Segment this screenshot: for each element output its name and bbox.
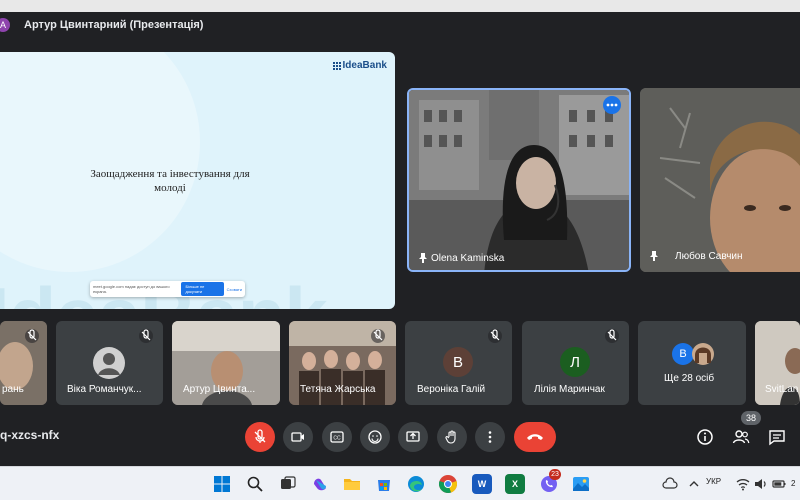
presenter-bar: A Артур Цвинтарний (Презентація)	[0, 12, 800, 38]
people-count-badge: 38	[741, 411, 761, 425]
avatar	[93, 347, 125, 379]
chat-button[interactable]	[766, 426, 788, 448]
wifi-icon[interactable]	[733, 474, 753, 494]
participant-name: SvitLan	[765, 384, 799, 395]
pin-icon[interactable]	[417, 252, 429, 264]
participant-name: Артур Цвинта...	[183, 384, 256, 395]
more-participants-tile[interactable]: В Ще 28 осіб	[638, 321, 746, 405]
chat-icon	[769, 430, 785, 446]
more-options-button[interactable]	[475, 422, 505, 452]
windows-start-icon[interactable]	[212, 474, 232, 494]
participant-name: Лілія Маринчак	[534, 384, 605, 395]
participant-tile[interactable]: SvitLan	[755, 321, 800, 405]
volume-icon[interactable]	[751, 474, 771, 494]
presenter-title: Артур Цвинтарний (Презентація)	[24, 19, 204, 31]
participant-tile[interactable]: Тетяна Жарська	[289, 321, 396, 405]
mic-off-icon	[254, 429, 266, 443]
mic-off-icon	[139, 329, 153, 343]
captions-button[interactable]: CC	[322, 422, 352, 452]
share-popup-hide-button[interactable]: Сховати	[227, 287, 242, 292]
mic-off-icon	[605, 329, 619, 343]
reactions-button[interactable]	[360, 422, 390, 452]
speaker-tile-olena[interactable]: Olena Kaminska	[407, 88, 631, 272]
people-button[interactable]	[730, 426, 752, 448]
keyboard-language[interactable]: УКР	[706, 477, 721, 486]
pin-icon[interactable]	[648, 250, 660, 262]
meeting-info-button[interactable]	[694, 426, 716, 448]
participant-tile[interactable]: Артур Цвинта...	[172, 321, 280, 405]
meeting-code: q-xzcs-nfx	[0, 428, 60, 442]
photos-icon[interactable]	[571, 474, 591, 494]
present-screen-icon	[406, 431, 420, 442]
participant-tile[interactable]: Л Лілія Маринчак	[522, 321, 629, 405]
chevron-up-icon[interactable]	[684, 474, 704, 494]
edge-icon[interactable]	[406, 474, 426, 494]
share-popup-message: meet.google.com надає доступ до вашого е…	[93, 284, 170, 294]
captions-icon: CC	[330, 431, 344, 443]
leave-call-button[interactable]	[514, 422, 556, 452]
info-icon	[697, 429, 713, 445]
more-horizontal-icon[interactable]	[603, 96, 621, 114]
avatar: Л	[560, 347, 590, 377]
speaker-video-olena	[409, 90, 629, 270]
participant-tile[interactable]: Віка Романчук...	[56, 321, 163, 405]
ideabank-logo: IdeaBank	[332, 60, 387, 71]
share-screen-popup: meet.google.com надає доступ до вашого е…	[90, 281, 245, 297]
slide-decoration	[0, 52, 200, 272]
participant-name: Тетяна Жарська	[300, 384, 376, 395]
call-controls: q-xzcs-nfx CC	[0, 420, 800, 452]
speaker-name-lubov: Любов Савчин	[675, 251, 743, 262]
chrome-icon[interactable]	[438, 474, 458, 494]
mic-toggle-button[interactable]	[245, 422, 275, 452]
more-vertical-icon	[488, 431, 492, 443]
raise-hand-button[interactable]	[437, 422, 467, 452]
emoji-icon	[368, 430, 382, 444]
present-button[interactable]	[398, 422, 428, 452]
file-explorer-icon[interactable]	[342, 474, 362, 494]
clock[interactable]: 2	[791, 479, 795, 488]
participant-name: Віка Романчук...	[67, 384, 142, 395]
word-icon[interactable]: W	[472, 474, 492, 494]
people-icon	[732, 430, 750, 444]
speaker-video-lubov	[640, 88, 800, 272]
svg-text:CC: CC	[333, 436, 341, 442]
battery-icon[interactable]	[769, 474, 789, 494]
mic-off-icon	[371, 329, 385, 343]
avatar: В	[443, 347, 473, 377]
avatar: В	[672, 343, 694, 365]
speaker-name-olena: Olena Kaminska	[431, 253, 505, 264]
presentation-slide[interactable]: IdeaBank IdeaBank Заощадження та інвесту…	[0, 52, 395, 309]
camera-toggle-button[interactable]	[283, 422, 313, 452]
cloud-sync-icon[interactable]	[660, 474, 680, 494]
notification-badge: 23	[549, 469, 561, 480]
slide-heading: Заощадження та інвестування для молоді	[90, 168, 250, 194]
avatar	[692, 343, 714, 365]
raise-hand-icon	[445, 430, 456, 444]
end-call-icon	[527, 434, 543, 440]
copilot-icon[interactable]	[310, 474, 330, 494]
search-icon[interactable]	[245, 474, 265, 494]
participant-tile[interactable]: В Вероніка Галій	[405, 321, 512, 405]
speaker-tile-lubov[interactable]: Любов Савчин	[640, 88, 800, 272]
mic-off-icon	[25, 329, 39, 343]
presenter-avatar: A	[0, 18, 10, 32]
participant-name: Вероніка Галій	[417, 384, 486, 395]
camera-icon	[291, 432, 304, 442]
excel-icon[interactable]: X	[505, 474, 525, 494]
more-participants-label: Ще 28 осіб	[664, 373, 715, 384]
mic-off-icon	[488, 329, 502, 343]
participant-name: рань	[2, 384, 24, 395]
share-popup-dismiss-button[interactable]: Більше не докучати	[181, 282, 224, 296]
task-view-icon[interactable]	[278, 474, 298, 494]
participant-tile[interactable]: рань	[0, 321, 47, 405]
store-icon[interactable]	[374, 474, 394, 494]
windows-taskbar: W X 2	[0, 466, 800, 500]
window-titlebar	[0, 0, 800, 12]
